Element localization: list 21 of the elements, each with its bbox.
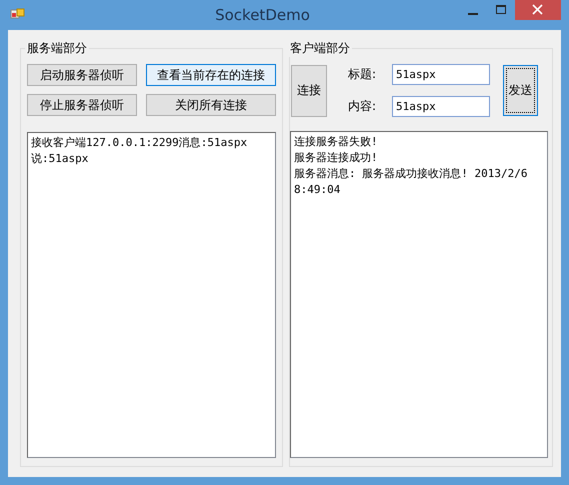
server-button[interactable]: 停止服务器侦听: [27, 94, 137, 116]
log-line: 服务器连接成功!: [294, 150, 379, 166]
field-label: 标题:: [348, 66, 378, 83]
connect-button[interactable]: 连接: [291, 64, 327, 116]
send-button[interactable]: 发送: [503, 65, 538, 116]
group-title: 服务端部分: [26, 40, 88, 57]
log-line: 服务器消息: 服务器成功接收消息! 2013/2/6 8:49:04: [294, 166, 528, 198]
server-log[interactable]: 接收客户端127.0.0.1:2299消息:51aspx 说:51aspx: [27, 132, 276, 458]
field-label: 内容:: [348, 98, 378, 115]
client-log[interactable]: 连接服务器失败! 服务器连接成功! 服务器消息: 服务器成功接收消息! 2013/2/6 8:49:04: [290, 131, 548, 458]
log-line: 连接服务器失败!: [294, 134, 379, 150]
server-button[interactable]: 查看当前存在的连接: [146, 64, 276, 86]
window-title: SocketDemo: [214, 6, 311, 24]
close-button[interactable]: [515, 0, 561, 20]
log-line: 接收客户端127.0.0.1:2299消息:51aspx: [31, 135, 248, 151]
server-button[interactable]: 关闭所有连接: [146, 94, 276, 116]
group-title: 客户端部分: [289, 40, 351, 57]
input-field[interactable]: 51aspx: [392, 64, 490, 85]
server-button[interactable]: 启动服务器侦听: [27, 64, 137, 86]
log-line: 说:51aspx: [31, 151, 90, 167]
input-field[interactable]: 51aspx: [392, 96, 490, 117]
